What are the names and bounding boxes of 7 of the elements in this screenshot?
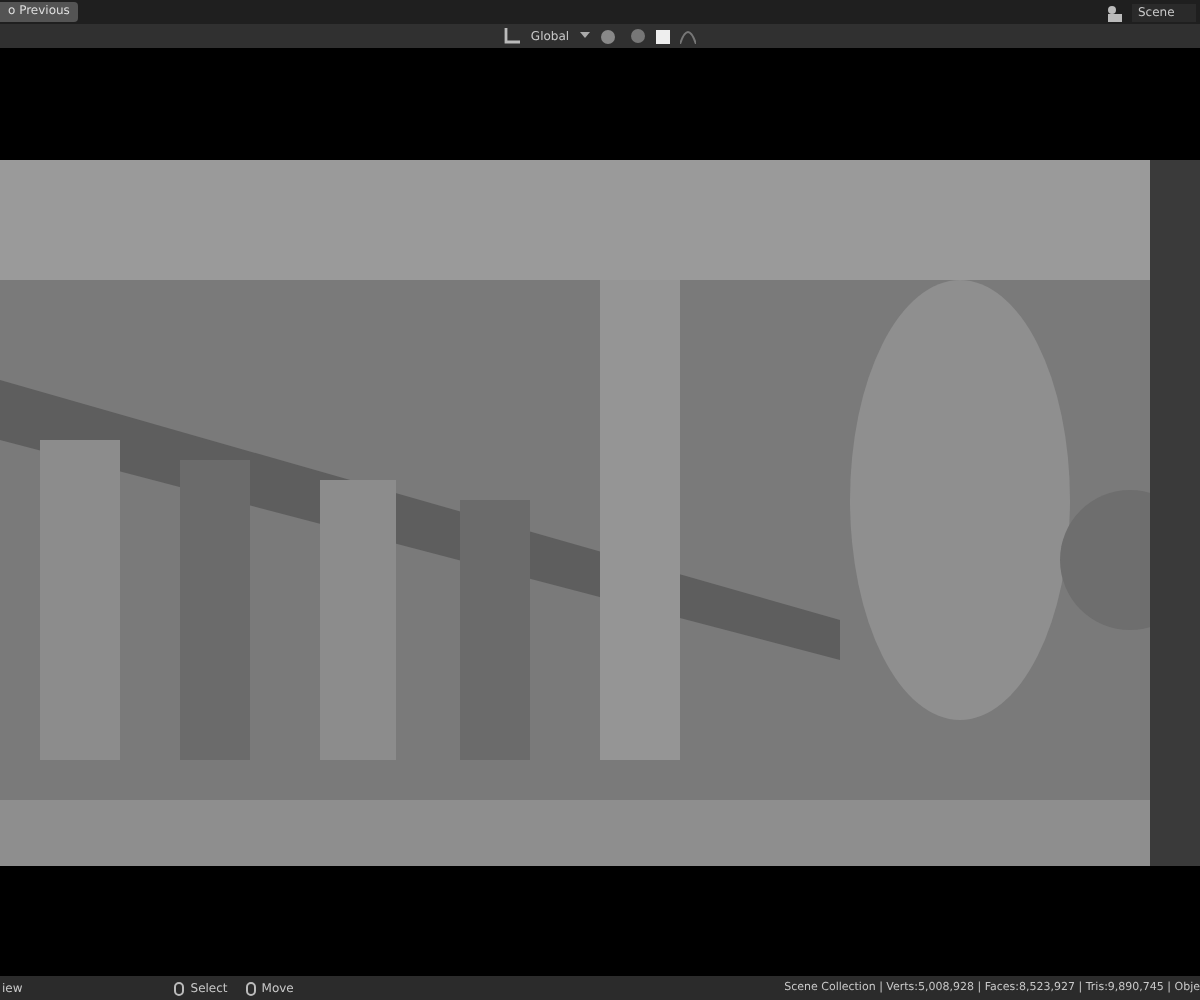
falloff-icon[interactable] xyxy=(679,28,696,44)
scene-icon[interactable] xyxy=(1106,3,1126,21)
mouse-icon xyxy=(245,981,256,995)
caret-icon[interactable] xyxy=(579,32,590,40)
color-swatch-icon[interactable] xyxy=(655,29,670,43)
mouse-icon xyxy=(174,981,185,995)
orientation-icon xyxy=(504,28,521,44)
